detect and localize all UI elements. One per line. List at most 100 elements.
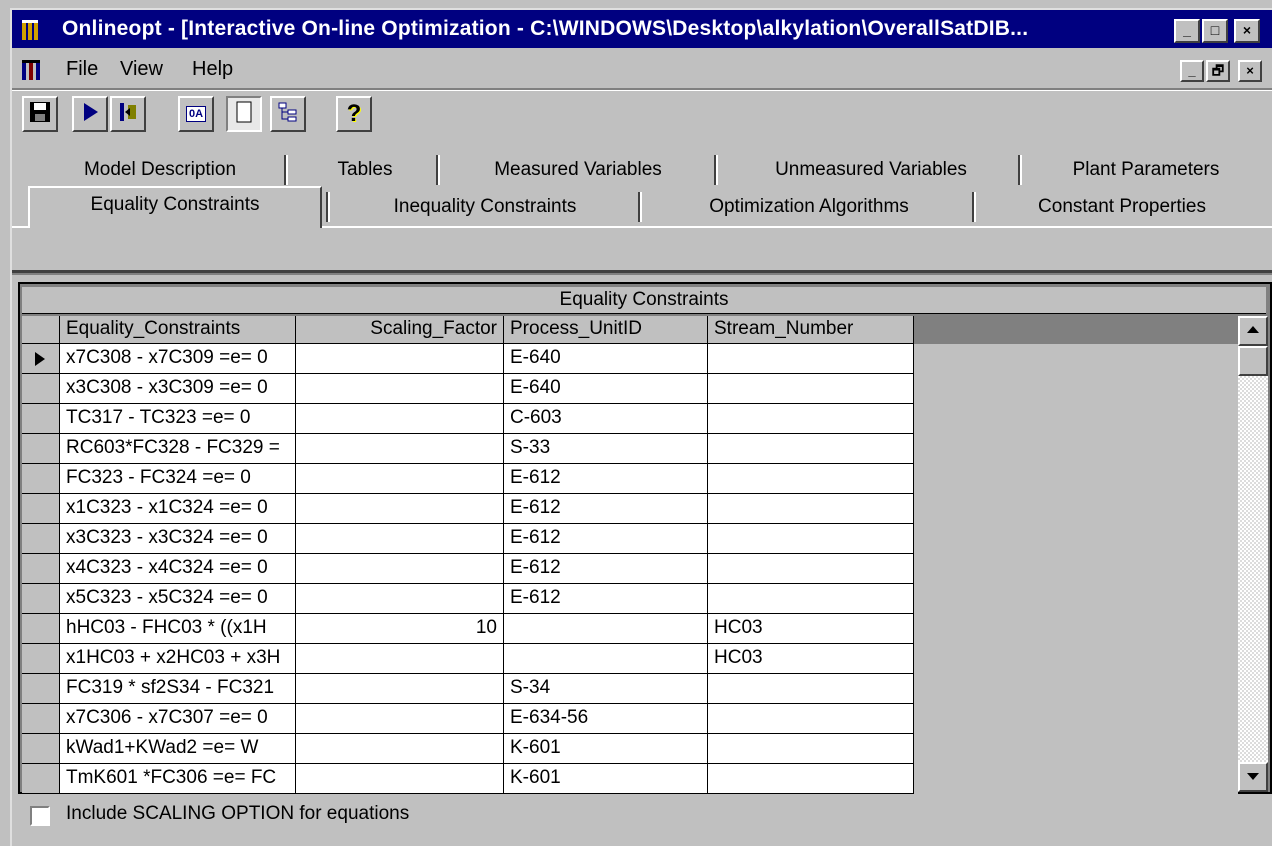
- cell-stream-number[interactable]: [708, 344, 914, 374]
- col-header-process-unitid[interactable]: Process_UnitID: [504, 316, 708, 344]
- cell-process-unit[interactable]: E-634-56: [504, 704, 708, 734]
- tab-constant-properties[interactable]: Constant Properties: [982, 190, 1262, 226]
- mdi-close-button[interactable]: ×: [1238, 60, 1262, 82]
- tab-plant-parameters[interactable]: Plant Parameters: [1028, 153, 1264, 189]
- cell-stream-number[interactable]: [708, 434, 914, 464]
- row-selector[interactable]: [22, 644, 60, 674]
- mdi-child-icon[interactable]: [20, 58, 46, 82]
- cell-process-unit[interactable]: E-612: [504, 494, 708, 524]
- cell-stream-number[interactable]: [708, 464, 914, 494]
- mdi-minimize-button[interactable]: _: [1180, 60, 1204, 82]
- cell-equation[interactable]: x5C323 - x5C324 =e= 0: [60, 584, 296, 614]
- cell-equation[interactable]: x3C308 - x3C309 =e= 0: [60, 374, 296, 404]
- cell-stream-number[interactable]: [708, 554, 914, 584]
- cell-stream-number[interactable]: [708, 374, 914, 404]
- cell-stream-number[interactable]: [708, 404, 914, 434]
- row-selector[interactable]: [22, 434, 60, 464]
- blank-page-button[interactable]: [226, 96, 262, 132]
- row-selector[interactable]: [22, 404, 60, 434]
- row-selector[interactable]: [22, 494, 60, 524]
- tree-button[interactable]: [270, 96, 306, 132]
- cell-process-unit[interactable]: [504, 614, 708, 644]
- cell-equation[interactable]: TmK601 *FC306 =e= FC: [60, 764, 296, 794]
- cell-equation[interactable]: x4C323 - x4C324 =e= 0: [60, 554, 296, 584]
- col-header-stream-number[interactable]: Stream_Number: [708, 316, 914, 344]
- cell-scaling-factor[interactable]: [296, 764, 504, 794]
- cell-equation[interactable]: kWad1+KWad2 =e= W: [60, 734, 296, 764]
- vertical-scrollbar[interactable]: [1238, 316, 1268, 792]
- tab-tables[interactable]: Tables: [296, 153, 434, 189]
- cell-process-unit[interactable]: K-601: [504, 734, 708, 764]
- cell-scaling-factor[interactable]: [296, 734, 504, 764]
- scroll-thumb[interactable]: [1238, 346, 1268, 376]
- cell-scaling-factor[interactable]: [296, 434, 504, 464]
- scaling-option-label[interactable]: Include SCALING OPTION for equations: [66, 803, 409, 825]
- cell-process-unit[interactable]: E-612: [504, 524, 708, 554]
- cell-equation[interactable]: FC319 * sf2S34 - FC321: [60, 674, 296, 704]
- tab-optimization-algorithms[interactable]: Optimization Algorithms: [648, 190, 970, 226]
- cell-scaling-factor[interactable]: 10: [296, 614, 504, 644]
- cell-process-unit[interactable]: E-612: [504, 464, 708, 494]
- cell-stream-number[interactable]: [708, 704, 914, 734]
- row-selector[interactable]: [22, 734, 60, 764]
- row-selector[interactable]: [22, 374, 60, 404]
- cell-equation[interactable]: RC603*FC328 - FC329 =: [60, 434, 296, 464]
- menu-help[interactable]: Help: [192, 58, 233, 81]
- cell-scaling-factor[interactable]: [296, 404, 504, 434]
- title-bar[interactable]: Onlineopt - [Interactive On-line Optimiz…: [12, 10, 1272, 48]
- cell-process-unit[interactable]: [504, 644, 708, 674]
- cell-stream-number[interactable]: [708, 524, 914, 554]
- cell-scaling-factor[interactable]: [296, 464, 504, 494]
- cell-stream-number[interactable]: [708, 674, 914, 704]
- cell-equation[interactable]: x7C306 - x7C307 =e= 0: [60, 704, 296, 734]
- row-selector[interactable]: [22, 764, 60, 794]
- row-selector[interactable]: [22, 554, 60, 584]
- maximize-button[interactable]: □: [1202, 19, 1228, 43]
- row-selector[interactable]: [22, 704, 60, 734]
- cell-process-unit[interactable]: E-612: [504, 584, 708, 614]
- menu-file[interactable]: File: [66, 58, 98, 81]
- cell-equation[interactable]: TC317 - TC323 =e= 0: [60, 404, 296, 434]
- cell-scaling-factor[interactable]: [296, 704, 504, 734]
- cell-stream-number[interactable]: [708, 734, 914, 764]
- cell-process-unit[interactable]: E-640: [504, 344, 708, 374]
- run-button[interactable]: [72, 96, 108, 132]
- cell-stream-number[interactable]: [708, 494, 914, 524]
- cell-process-unit[interactable]: K-601: [504, 764, 708, 794]
- row-selector[interactable]: [22, 344, 60, 374]
- cell-process-unit[interactable]: E-640: [504, 374, 708, 404]
- tab-equality-constraints[interactable]: Equality Constraints: [28, 186, 322, 228]
- tab-model-description[interactable]: Model Description: [40, 153, 280, 189]
- tab-inequality-constraints[interactable]: Inequality Constraints: [336, 190, 634, 226]
- cell-stream-number[interactable]: HC03: [708, 644, 914, 674]
- step-button[interactable]: [110, 96, 146, 132]
- col-header-scaling-factor[interactable]: Scaling_Factor: [296, 316, 504, 344]
- minimize-button[interactable]: _: [1174, 19, 1200, 43]
- cell-equation[interactable]: FC323 - FC324 =e= 0: [60, 464, 296, 494]
- cell-scaling-factor[interactable]: [296, 644, 504, 674]
- help-button[interactable]: ?: [336, 96, 372, 132]
- cell-process-unit[interactable]: E-612: [504, 554, 708, 584]
- row-selector[interactable]: [22, 674, 60, 704]
- cell-stream-number[interactable]: [708, 584, 914, 614]
- row-selector[interactable]: [22, 584, 60, 614]
- menu-view[interactable]: View: [120, 58, 163, 81]
- cell-scaling-factor[interactable]: [296, 344, 504, 374]
- app-icon[interactable]: [18, 18, 48, 42]
- cell-stream-number[interactable]: [708, 764, 914, 794]
- scaling-option-checkbox[interactable]: [30, 806, 50, 826]
- save-button[interactable]: [22, 96, 58, 132]
- tab-measured-variables[interactable]: Measured Variables: [446, 153, 710, 189]
- cell-equation[interactable]: x1HC03 + x2HC03 + x3H: [60, 644, 296, 674]
- cell-scaling-factor[interactable]: [296, 674, 504, 704]
- col-header-equality-constraints[interactable]: Equality_Constraints: [60, 316, 296, 344]
- cell-scaling-factor[interactable]: [296, 524, 504, 554]
- cell-equation[interactable]: x7C308 - x7C309 =e= 0: [60, 344, 296, 374]
- cell-scaling-factor[interactable]: [296, 374, 504, 404]
- cell-scaling-factor[interactable]: [296, 554, 504, 584]
- cell-equation[interactable]: x1C323 - x1C324 =e= 0: [60, 494, 296, 524]
- cell-scaling-factor[interactable]: [296, 584, 504, 614]
- cell-scaling-factor[interactable]: [296, 494, 504, 524]
- cell-equation[interactable]: x3C323 - x3C324 =e= 0: [60, 524, 296, 554]
- row-selector[interactable]: [22, 524, 60, 554]
